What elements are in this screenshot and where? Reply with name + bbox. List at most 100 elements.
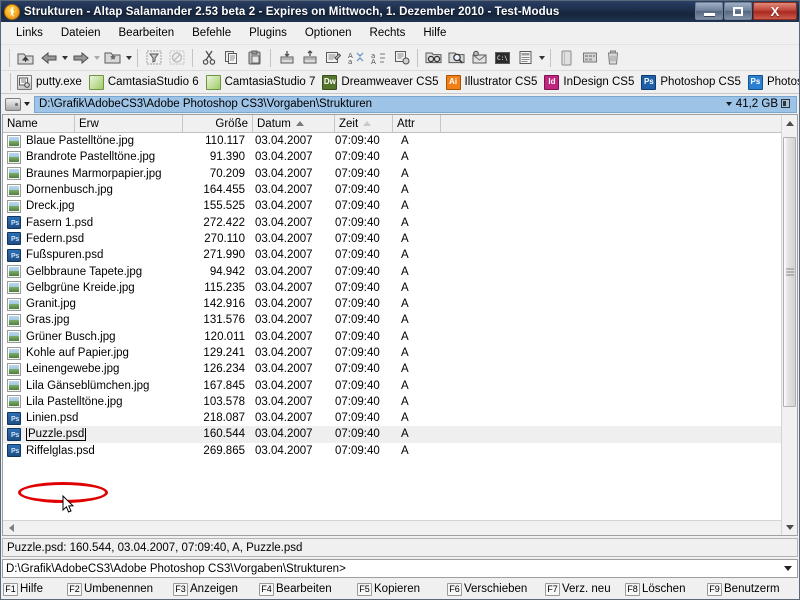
file-name-cell[interactable]: Brandrote Pastelltöne.jpg: [3, 150, 183, 164]
file-name-cell[interactable]: Ps Riffelglas.psd: [3, 444, 183, 458]
file-list[interactable]: Blaue Pastelltöne.jpg 110.117 03.04.2007 07…: [3, 133, 781, 520]
no-filter-icon[interactable]: [165, 47, 188, 69]
scroll-up-arrow-icon[interactable]: [782, 115, 797, 131]
app-shortcut-camtasia7[interactable]: CamtasiaStudio 7: [204, 74, 321, 91]
menu-hilfe[interactable]: Hilfe: [414, 24, 455, 42]
email-icon[interactable]: [468, 47, 491, 69]
vertical-scrollbar[interactable]: [781, 115, 797, 535]
menu-dateien[interactable]: Dateien: [52, 24, 110, 42]
file-row[interactable]: Ps Riffelglas.psd 269.865 03.04.2007 07:09:4…: [3, 443, 781, 459]
menu-befehle[interactable]: Befehle: [183, 24, 240, 42]
file-row[interactable]: Gelbgrüne Kreide.jpg 115.235 03.04.2007 07:…: [3, 280, 781, 296]
file-row[interactable]: Brandrote Pastelltöne.jpg 91.390 03.04.200…: [3, 149, 781, 165]
file-name-cell[interactable]: Gelbbraune Tapete.jpg: [3, 265, 183, 279]
file-name-cell[interactable]: Ps Puzzle.psd: [3, 427, 183, 441]
find-files-icon[interactable]: [422, 47, 445, 69]
file-row[interactable]: Ps Puzzle.psd 160.544 03.04.2007 07:09:40 A: [3, 426, 781, 443]
column-header-time[interactable]: Zeit: [335, 115, 393, 132]
compare-dirs-icon[interactable]: A a: [344, 47, 367, 69]
file-name-cell[interactable]: Ps Federn.psd: [3, 232, 183, 246]
file-name-cell[interactable]: Grüner Busch.jpg: [3, 330, 183, 344]
file-row[interactable]: Granit.jpg 142.916 03.04.2007 07:09:40 A: [3, 296, 781, 312]
menu-bearbeiten[interactable]: Bearbeiten: [110, 24, 184, 42]
horizontal-scrollbar[interactable]: [3, 520, 781, 535]
back-dropdown-arrow-icon[interactable]: [60, 47, 69, 69]
chevron-down-icon[interactable]: [725, 102, 732, 106]
trash-icon[interactable]: [601, 47, 624, 69]
menu-optionen[interactable]: Optionen: [296, 24, 361, 42]
file-name-cell[interactable]: Lila Pastelltöne.jpg: [3, 395, 183, 409]
network-icon[interactable]: [578, 47, 601, 69]
copy-icon[interactable]: [220, 47, 243, 69]
change-attributes-icon[interactable]: [390, 47, 413, 69]
function-key-f2[interactable]: F2 Umbenennen: [67, 582, 171, 596]
vertical-scroll-track[interactable]: [782, 131, 797, 519]
app-shortcut-putty[interactable]: putty.exe: [15, 74, 87, 91]
file-row[interactable]: Dreck.jpg 155.525 03.04.2007 07:09:40 A: [3, 198, 781, 214]
paste-icon[interactable]: [243, 47, 266, 69]
menu-links[interactable]: Links: [7, 24, 52, 42]
column-header-attr[interactable]: Attr: [393, 115, 441, 132]
file-name-cell[interactable]: Kohle auf Papier.jpg: [3, 346, 183, 360]
terminal-icon[interactable]: C:\: [491, 47, 514, 69]
column-header-erw[interactable]: Erw: [75, 115, 183, 132]
hotpaths-icon[interactable]: [101, 47, 124, 69]
function-key-f6[interactable]: F6 Verschieben: [447, 582, 543, 596]
close-button[interactable]: X: [753, 2, 797, 20]
file-row[interactable]: Ps Federn.psd 270.110 03.04.2007 07:09:40 A: [3, 231, 781, 247]
file-name-cell[interactable]: Braunes Marmorpapier.jpg: [3, 167, 183, 181]
path-input[interactable]: D:\Grafik\AdobeCS3\Adobe Photoshop CS3\V…: [34, 95, 797, 113]
command-prompt-bar[interactable]: D:\Grafik\AdobeCS3\Adobe Photoshop CS3\V…: [2, 559, 798, 578]
file-row[interactable]: Blaue Pastelltöne.jpg 110.117 03.04.2007 07…: [3, 133, 781, 149]
column-header-name[interactable]: Name: [3, 115, 75, 132]
app-shortcut-photoshop-2[interactable]: Ps Photos: [746, 74, 799, 91]
archive-pack-icon[interactable]: [275, 47, 298, 69]
file-row[interactable]: Ps Linien.psd 218.087 03.04.2007 07:09:40 A: [3, 410, 781, 426]
column-header-date[interactable]: Datum: [253, 115, 335, 132]
file-name-cell[interactable]: Dreck.jpg: [3, 199, 183, 213]
function-key-f8[interactable]: F8 Löschen: [625, 582, 705, 596]
app-shortcut-camtasia6[interactable]: CamtasiaStudio 6: [87, 74, 204, 91]
scroll-down-arrow-icon[interactable]: [782, 519, 797, 535]
file-name-cell[interactable]: Ps Fasern 1.psd: [3, 216, 183, 230]
file-row[interactable]: Lila Gänseblümchen.jpg 167.845 03.04.2007 0…: [3, 377, 781, 393]
file-row[interactable]: Ps Fasern 1.psd 272.422 03.04.2007 07:09:40 A: [3, 214, 781, 230]
file-row[interactable]: Leinengewebe.jpg 126.234 03.04.2007 07:09:4…: [3, 361, 781, 377]
folder-up-icon[interactable]: [14, 47, 37, 69]
file-name-cell[interactable]: Lila Gänseblümchen.jpg: [3, 379, 183, 393]
cut-icon[interactable]: [197, 47, 220, 69]
menu-rechts[interactable]: Rechts: [361, 24, 415, 42]
column-header-size[interactable]: Größe: [183, 115, 253, 132]
archive-unpack-icon[interactable]: [298, 47, 321, 69]
view-mode-dropdown-arrow-icon[interactable]: [537, 47, 546, 69]
forward-arrow-icon[interactable]: [69, 47, 92, 69]
function-key-f3[interactable]: F3 Anzeigen: [173, 582, 257, 596]
file-name-cell[interactable]: Leinengewebe.jpg: [3, 362, 183, 376]
menu-plugins[interactable]: Plugins: [240, 24, 296, 42]
change-case-icon[interactable]: a A: [367, 47, 390, 69]
minimize-button[interactable]: [695, 2, 723, 20]
drive-icon[interactable]: [555, 47, 578, 69]
file-row[interactable]: Ps Fußspuren.psd 271.990 03.04.2007 07:09:40…: [3, 247, 781, 263]
file-name-cell[interactable]: Dornenbusch.jpg: [3, 183, 183, 197]
scroll-left-arrow-icon[interactable]: [3, 521, 19, 536]
function-key-f4[interactable]: F4 Bearbeiten: [259, 582, 355, 596]
view-mode-icon[interactable]: [514, 47, 537, 69]
horizontal-scroll-track[interactable]: [19, 520, 781, 535]
file-name-cell[interactable]: Ps Linien.psd: [3, 411, 183, 425]
vertical-scroll-thumb[interactable]: [783, 137, 796, 407]
app-shortcut-indesign[interactable]: Id InDesign CS5: [542, 74, 639, 91]
file-row[interactable]: Gras.jpg 131.576 03.04.2007 07:09:40 A: [3, 312, 781, 328]
function-key-f1[interactable]: F1 Hilfe: [3, 582, 65, 596]
drive-selector-button[interactable]: [3, 97, 32, 111]
forward-dropdown-arrow-icon[interactable]: [92, 47, 101, 69]
app-shortcut-dreamweaver[interactable]: Dw Dreamweaver CS5: [320, 74, 443, 91]
find-in-folder-icon[interactable]: [445, 47, 468, 69]
file-row[interactable]: Dornenbusch.jpg 164.455 03.04.2007 07:09:40…: [3, 182, 781, 198]
file-name-cell[interactable]: Gras.jpg: [3, 313, 183, 327]
file-name-cell[interactable]: Blaue Pastelltöne.jpg: [3, 134, 183, 148]
function-key-f9[interactable]: F9 Benutzerm: [707, 582, 797, 596]
app-shortcut-photoshop[interactable]: Ps Photoshop CS5: [639, 74, 746, 91]
file-row[interactable]: Lila Pastelltöne.jpg 103.578 03.04.2007 07:…: [3, 394, 781, 410]
file-row[interactable]: Grüner Busch.jpg 120.011 03.04.2007 07:09:4…: [3, 329, 781, 345]
